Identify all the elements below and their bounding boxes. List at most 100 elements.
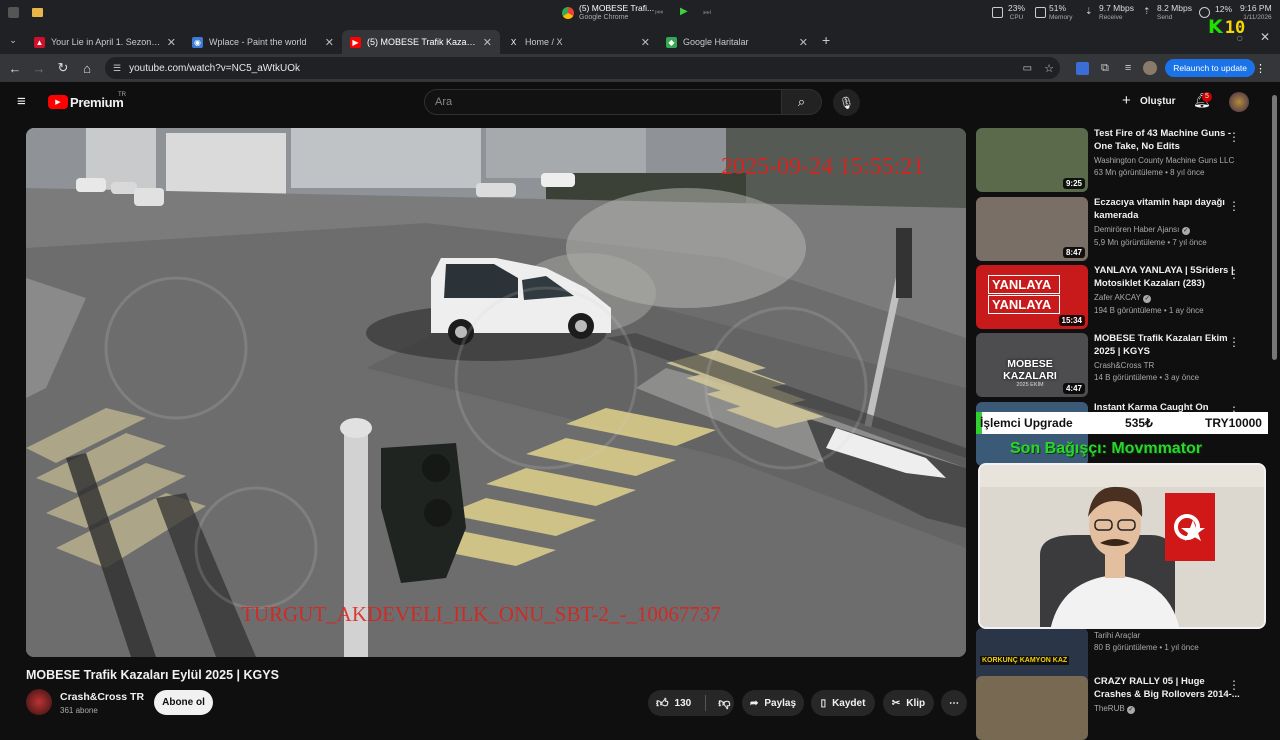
url-text[interactable]: youtube.com/watch?v=NC5_aWtkUOk [129, 63, 300, 74]
like-dislike-group: 👍︎ 130 👎︎ [648, 690, 734, 716]
donation-goal-bar: İşlemci Upgrade 535₺ TRY10000 [976, 412, 1268, 434]
clip-label: Klip [906, 697, 926, 709]
site-info-icon[interactable]: ☰ [113, 63, 121, 74]
subscribe-button[interactable]: Abone ol [154, 690, 213, 715]
video-title: MOBESE Trafik Kazaları Eylül 2025 | KGYS [26, 668, 279, 682]
clock-time[interactable]: 9:16 PM [1240, 4, 1272, 13]
tab-close-icon[interactable]: ✕ [167, 36, 176, 49]
reload-icon[interactable]: ↻ [51, 56, 75, 80]
window-minimize-icon[interactable]: ○ [1236, 31, 1243, 45]
recommended-video[interactable]: CRAZY RALLY 05 | Huge Crashes & Big Roll… [976, 676, 1268, 740]
video-thumbnail[interactable]: 8:47 [976, 197, 1088, 261]
browser-tab[interactable]: ▲ Your Lie in April 1. Sezon 10. Bö ✕ [26, 30, 184, 54]
like-button[interactable]: 👍︎ 130 [656, 696, 691, 711]
duration-badge: 15:34 [1058, 315, 1085, 326]
cpu-label: CPU [1009, 14, 1024, 21]
tab-favicon-icon: ◉ [192, 36, 203, 48]
recommended-channel[interactable]: TheRUB [1094, 704, 1125, 713]
more-vertical-icon[interactable]: ⋮ [1228, 130, 1240, 144]
chrome-menu-icon[interactable]: ⋮ [1255, 62, 1266, 75]
more-vertical-icon[interactable]: ⋮ [1228, 335, 1240, 349]
browser-tab[interactable]: ▶ (5) MOBESE Trafik Kazaları Eylül ✕ [342, 30, 500, 54]
recommended-video[interactable]: 9:25 Test Fire of 43 Machine Guns - One T… [976, 128, 1268, 192]
cast-icon[interactable]: ▭ [1023, 63, 1032, 74]
window-close-icon[interactable]: ✕ [1260, 30, 1270, 44]
new-tab-plus-icon[interactable]: + [822, 32, 830, 48]
recommended-title[interactable]: Test Fire of 43 Machine Guns - One Take,… [1094, 128, 1244, 153]
more-vertical-icon[interactable]: ⋮ [1228, 199, 1240, 213]
youtube-logo-icon[interactable]: ▶ [48, 95, 68, 109]
forward-arrow-icon[interactable]: → [27, 56, 51, 80]
tab-close-icon[interactable]: ✕ [325, 36, 334, 49]
puzzle-icon[interactable]: ⧉ [1101, 62, 1109, 75]
create-plus-icon[interactable]: + [1122, 93, 1131, 108]
video-thumbnail[interactable] [976, 676, 1088, 740]
video-player[interactable]: 2025-09-24 15:55:21 TURGUT_AKDEVELI_ILK_… [26, 128, 966, 657]
reading-list-icon[interactable]: ≡ [1125, 62, 1131, 74]
next-track-icon[interactable]: ⏭ [703, 7, 711, 18]
thumb-mobese-text: MOBESE KAZALARI 2025 EKİM [980, 358, 1080, 388]
prev-track-icon[interactable]: ⏮ [655, 7, 663, 18]
save-button[interactable]: ▯ Kaydet [811, 690, 875, 716]
more-vertical-icon[interactable]: ⋮ [1228, 267, 1240, 281]
duration-badge: 8:47 [1062, 247, 1085, 258]
tab-close-icon[interactable]: ✕ [799, 36, 808, 49]
share-button[interactable]: ➦ Paylaş [742, 690, 804, 716]
profile-avatar[interactable] [1143, 61, 1158, 75]
memory-label: Memory [1049, 14, 1073, 21]
hamburger-menu-icon[interactable]: ≡ [17, 94, 26, 109]
recommended-channel[interactable]: Tarihi Araçlar [1094, 631, 1140, 640]
recommended-channel[interactable]: Demirören Haber Ajansı [1094, 225, 1179, 234]
channel-name[interactable]: Crash&Cross TR [60, 691, 144, 703]
save-label: Kaydet [832, 697, 866, 709]
browser-tab[interactable]: X Home / X ✕ [500, 30, 658, 54]
duration-badge: 9:25 [1062, 178, 1085, 189]
create-button[interactable]: Oluştur [1140, 96, 1176, 107]
tab-favicon-icon: ▲ [34, 36, 45, 48]
voice-search-button[interactable]: 🎙 [833, 89, 860, 116]
more-actions-button[interactable]: ⋯ [941, 690, 967, 716]
video-thumbnail[interactable]: 9:25 [976, 128, 1088, 192]
page-scrollbar[interactable] [1272, 95, 1277, 360]
recommended-channel[interactable]: Zafer AKCAY [1094, 293, 1141, 302]
search-button[interactable]: ⌕ [782, 89, 822, 115]
subscriber-count: 361 abone [60, 706, 98, 715]
receive-label: Receive [1099, 14, 1123, 21]
tab-close-icon[interactable]: ✕ [641, 36, 650, 49]
recommended-channel[interactable]: Washington County Machine Guns LLC [1094, 156, 1234, 165]
tab-search-chevron-icon[interactable]: ⌄ [0, 35, 26, 46]
recommended-title[interactable]: Eczacıya vitamin hapı dayağı kamerada [1094, 197, 1244, 222]
thumb-korkunc-text: KORKUNÇ KAMYON KAZ [980, 656, 1070, 665]
back-arrow-icon[interactable]: ← [3, 56, 27, 80]
omnibox[interactable]: ☰ youtube.com/watch?v=NC5_aWtkUOk ▭ ☆ [105, 57, 1060, 79]
thumb-yanlaya-text: YANLAYA YANLAYA [988, 275, 1060, 314]
wifi-up-icon: ⇡ [1143, 6, 1151, 16]
browser-tab[interactable]: ◉ Wplace - Paint the world ✕ [184, 30, 342, 54]
play-icon[interactable]: ▶ [680, 6, 688, 17]
share-arrow-icon: ➦ [749, 697, 759, 709]
send-value: 8.2 Mbps [1157, 3, 1192, 13]
home-icon[interactable]: ⌂ [75, 56, 99, 80]
tab-close-icon[interactable]: ✕ [483, 36, 492, 49]
recommended-video[interactable]: 8:47 Eczacıya vitamin hapı dayağı kamerad… [976, 197, 1268, 261]
recommended-stats: 63 Mn görüntüleme • 8 yıl önce [1094, 168, 1205, 177]
clip-button[interactable]: ✂ Klip [883, 690, 934, 716]
account-avatar[interactable] [1229, 92, 1249, 112]
extension-icon[interactable] [1076, 61, 1089, 75]
yanlaya-line2: YANLAYA [988, 295, 1060, 314]
more-vertical-icon[interactable]: ⋮ [1228, 678, 1240, 692]
recommended-title[interactable]: CRAZY RALLY 05 | Huge Crashes & Big Roll… [1094, 676, 1244, 701]
dislike-button[interactable]: 👎︎ [718, 696, 730, 711]
recommended-channel[interactable]: Crash&Cross TR [1094, 361, 1154, 370]
window-icon[interactable] [8, 7, 19, 18]
relaunch-button[interactable]: Relaunch to update [1165, 59, 1256, 77]
channel-avatar[interactable] [26, 689, 52, 715]
recommended-title[interactable]: YANLAYA YANLAYA | 5Sriders | Motosiklet … [1094, 265, 1244, 290]
folder-icon[interactable] [32, 8, 43, 17]
youtube-premium-logo[interactable]: Premium [70, 95, 124, 110]
recommended-title[interactable]: MOBESE Trafik Kazaları Ekim 2025 | KGYS [1094, 333, 1244, 358]
media-title: (5) MOBESE Trafi... [579, 3, 655, 13]
bookmark-star-icon[interactable]: ☆ [1044, 62, 1054, 75]
browser-tab[interactable]: ◆ Google Haritalar ✕ [658, 30, 816, 54]
search-input[interactable]: Ara [424, 89, 782, 115]
